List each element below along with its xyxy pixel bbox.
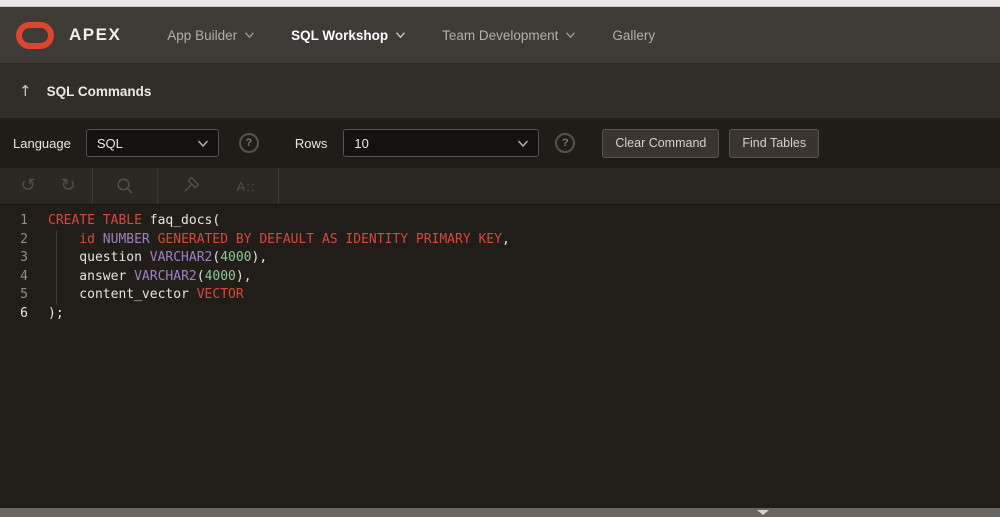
format-button[interactable] [162,168,218,204]
toolbar-divider [92,168,93,204]
toolbar-divider [278,168,279,204]
find-button[interactable] [97,168,153,204]
code-line: 5 content_vector VECTOR [0,286,1000,305]
find-tables-button[interactable]: Find Tables [729,128,820,158]
sql-code-editor[interactable]: 1 CREATE TABLE faq_docs( 2 id NUMBER GEN… [0,205,1000,508]
line-number: 1 [20,213,28,228]
editor-toolbar: ↺ ↻ A:: [0,168,1000,205]
chevron-down-icon [518,139,529,147]
results-splitter-bar[interactable] [0,508,1000,517]
nav-item-team-development[interactable]: Team Development [424,18,594,53]
language-help-icon[interactable]: ? [238,133,259,153]
line-number: 2 [20,231,28,247]
top-navbar: APEX App Builder SQL Workshop Team Devel… [0,7,1000,63]
page-title: SQL Commands [46,83,152,99]
autocomplete-icon: A:: [236,178,256,194]
breadcrumb-bar: ↑ SQL Commands [0,63,1000,118]
up-arrow-icon[interactable]: ↑ [19,82,32,100]
collapse-arrow-icon[interactable] [757,510,769,515]
language-select-value: SQL [96,135,123,151]
nav-menu: App Builder SQL Workshop Team Developmen… [149,18,673,53]
line-number: 3 [20,250,28,265]
redo-button[interactable]: ↻ [48,168,88,204]
chevron-down-icon [566,32,576,39]
brand-apex[interactable]: APEX [69,25,121,45]
clear-command-button[interactable]: Clear Command [602,128,720,158]
code-line: 3 question VARCHAR2(4000), [0,249,1000,268]
line-number: 6 [20,305,28,321]
nav-item-app-builder[interactable]: App Builder [149,18,273,53]
search-icon [117,178,133,194]
chevron-down-icon [245,32,255,39]
apex-sql-commands-window: APEX App Builder SQL Workshop Team Devel… [0,0,1000,517]
line-number: 5 [20,287,28,302]
indent-guide [56,231,57,305]
code-line: 1 CREATE TABLE faq_docs( [0,212,1000,231]
toolbar-divider [157,168,158,204]
code-line: 2 id NUMBER GENERATED BY DEFAULT AS IDEN… [0,231,1000,250]
chevron-down-icon [396,32,406,39]
browser-edge-strip [0,0,1000,7]
language-select[interactable]: SQL [85,129,219,157]
undo-button[interactable]: ↺ [8,168,48,204]
hammer-icon [184,177,199,192]
oracle-logo-icon[interactable] [16,21,54,49]
line-number: 4 [20,268,28,284]
chevron-down-icon [197,139,208,147]
undo-icon: ↺ [20,175,36,196]
code-line: 4 answer VARCHAR2(4000), [0,268,1000,287]
nav-item-gallery[interactable]: Gallery [594,18,673,53]
rows-label: Rows [294,135,328,151]
rows-select[interactable]: 10 [343,129,540,157]
autocomplete-button[interactable]: A:: [218,168,274,204]
rows-help-icon[interactable]: ? [555,133,576,153]
code-line-active: 6 ); [0,305,1000,324]
nav-item-sql-workshop[interactable]: SQL Workshop [273,18,424,53]
controls-row: Language SQL ? Rows 10 ? Clear Command F… [0,118,1000,168]
rows-select-value: 10 [354,135,369,151]
language-label: Language [13,135,71,151]
redo-icon: ↻ [60,175,76,196]
